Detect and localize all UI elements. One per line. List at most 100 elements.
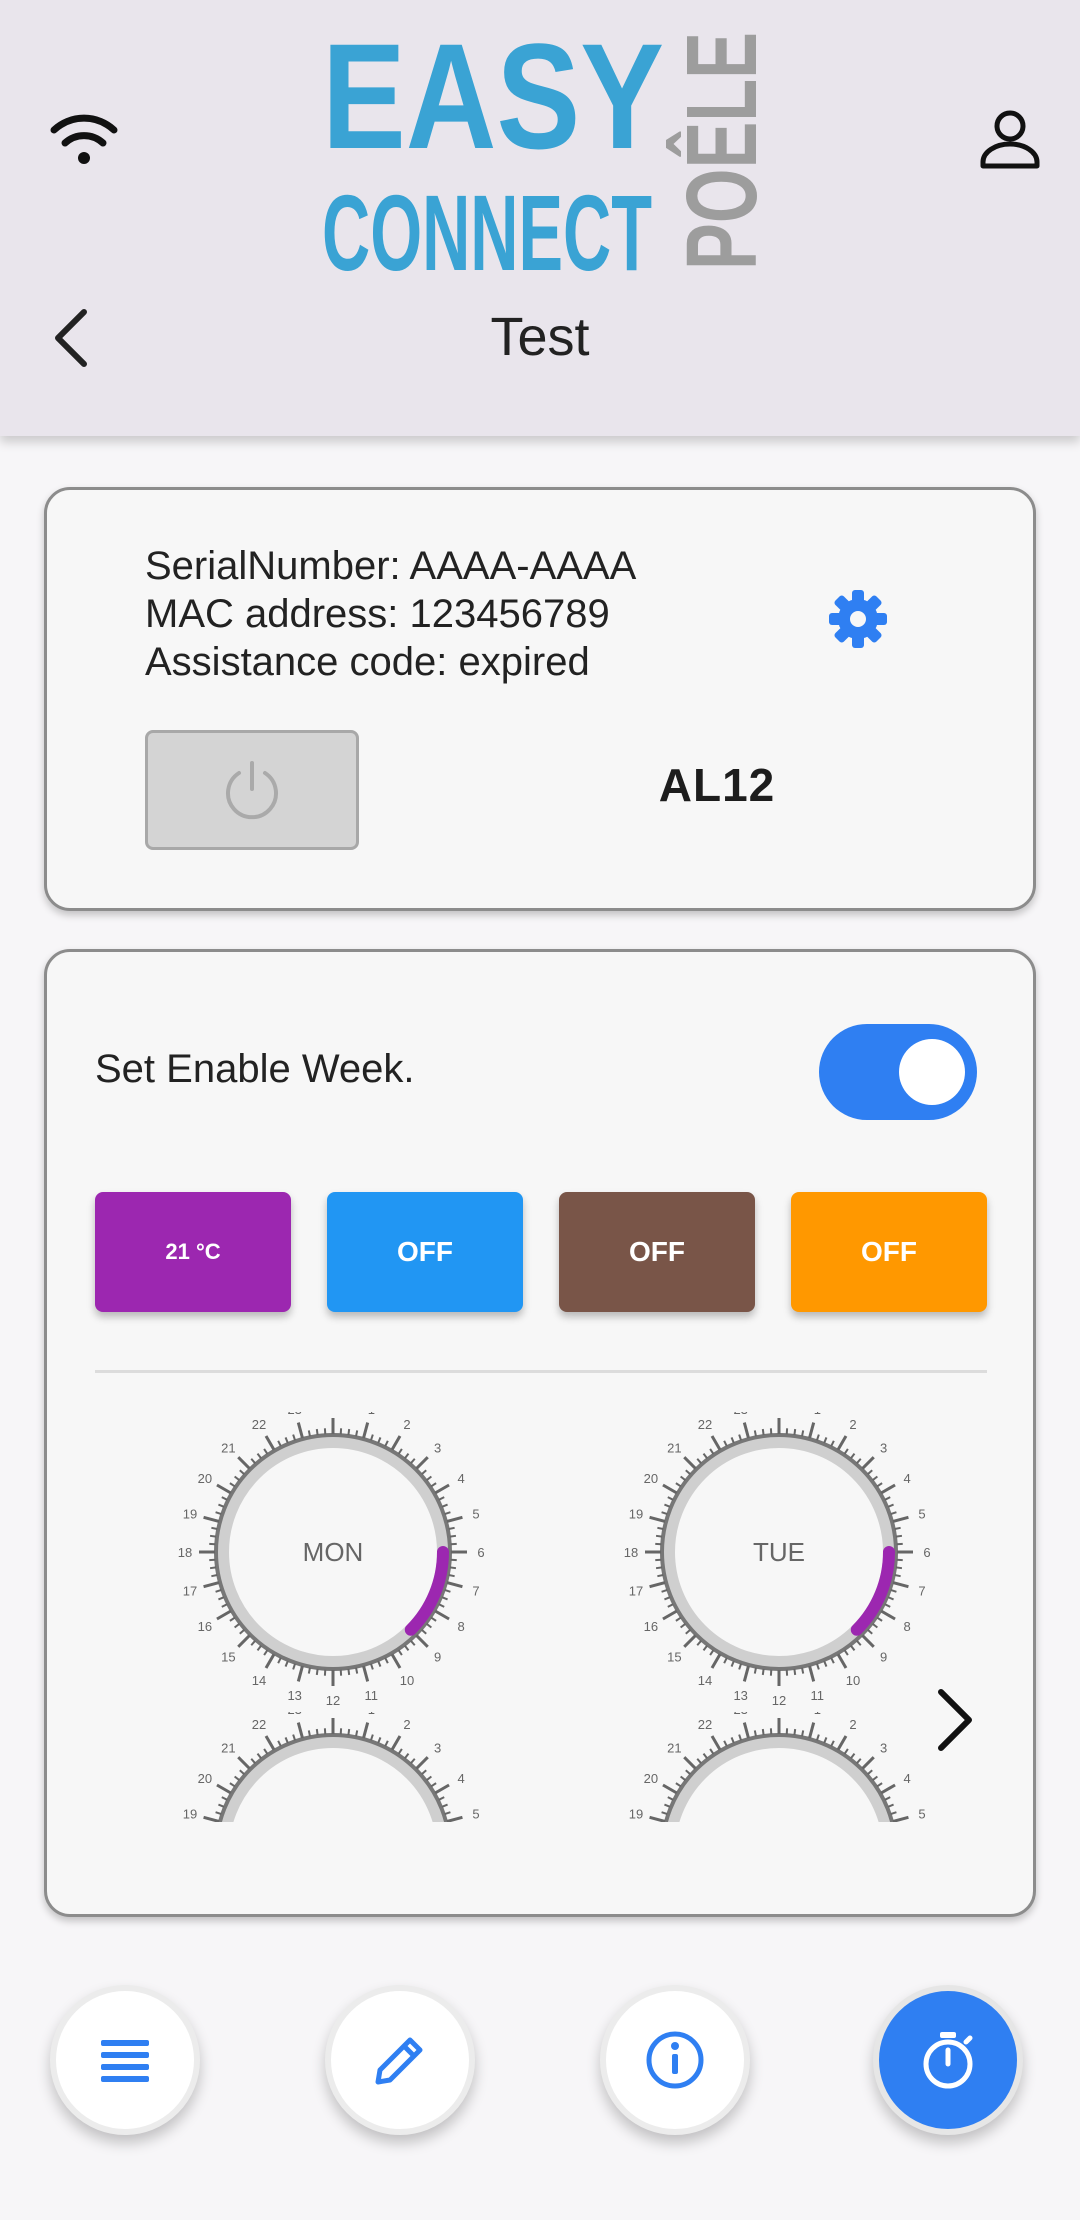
hour-label: 14 [698,1673,712,1688]
hour-label: 7 [918,1583,925,1598]
day-label: MON [303,1537,364,1567]
hour-label: 15 [221,1650,235,1665]
hour-label: 4 [904,1471,911,1486]
hour-label: 20 [644,1471,658,1486]
logo-line2: CONNECT [322,172,652,276]
hour-label: 9 [880,1650,887,1665]
assistance-code: Assistance code: expired [145,640,590,684]
hour-label: 1 [814,1412,821,1417]
temp-chip-4[interactable]: OFF [791,1192,987,1312]
hour-label: 16 [198,1619,212,1634]
hour-label: 6 [923,1545,930,1560]
hour-label: 4 [458,1471,465,1486]
temp-chip-3[interactable]: OFF [559,1192,755,1312]
chevron-right-icon[interactable] [931,1684,979,1756]
serial-number: SerialNumber: AAAA-AAAA [145,544,637,588]
hour-label: 11 [365,1688,379,1703]
hour-label: 19 [629,1507,643,1522]
logo-side: POÊLE [666,32,762,270]
hour-label: 21 [667,1740,681,1755]
hour-label: 3 [880,1740,887,1755]
hour-label: 5 [472,1507,479,1522]
pencil-icon [375,2037,423,2085]
hour-label: 21 [667,1440,681,1455]
hour-label: 2 [403,1417,410,1432]
hour-label: 3 [434,1740,441,1755]
schedule-arc [850,1546,895,1636]
hour-label: 5 [918,1807,925,1822]
hour-label: 23 [733,1412,747,1417]
nav-edit-button[interactable] [325,1985,475,2135]
hour-label: 13 [733,1688,747,1703]
hour-label: 14 [252,1673,266,1688]
dial-mon[interactable]: 123456789101112131415161718192021222324M… [173,1412,493,1732]
mac-address: MAC address: 123456789 [145,592,610,636]
week-schedule-card: Set Enable Week. 21 °C OFF OFF OFF 12345… [44,949,1036,1917]
dial-tue[interactable]: 123456789101112131415161718192021222324T… [619,1412,939,1732]
hour-label: 16 [644,1619,658,1634]
hour-label: 17 [183,1583,197,1598]
day-dials: 123456789101112131415161718192021222324M… [47,1412,1033,1822]
hour-label: 21 [221,1440,235,1455]
page-title: Test [490,307,590,367]
toggle-knob [899,1039,965,1105]
hour-label: 23 [287,1412,301,1417]
hour-label: 4 [458,1771,465,1786]
hour-label: 10 [846,1673,860,1688]
device-info-card: SerialNumber: AAAA-AAAA MAC address: 123… [44,487,1036,911]
power-icon [226,761,278,820]
hour-label: 22 [252,1417,266,1432]
day-label: TUE [753,1537,805,1567]
hour-label: 3 [434,1440,441,1455]
gear-icon[interactable] [825,586,891,652]
enable-week-label: Set Enable Week. [95,1047,415,1091]
hour-label: 1 [368,1412,375,1417]
temp-chip-1[interactable]: 21 °C [95,1192,291,1312]
device-info-text: SerialNumber: AAAA-AAAA MAC address: 123… [145,542,636,686]
hour-label: 23 [733,1712,747,1717]
dial-thu[interactable]: 123456789101112131415161718192021222324T… [619,1712,939,1822]
hour-label: 5 [918,1507,925,1522]
hour-label: 18 [624,1545,638,1560]
hour-label: 9 [434,1650,441,1665]
hour-label: 10 [400,1673,414,1688]
hour-label: 22 [698,1417,712,1432]
wifi-icon[interactable] [48,108,120,168]
schedule-arc [404,1546,449,1636]
temperature-chips: 21 °C OFF OFF OFF [95,1192,987,1312]
hour-label: 5 [472,1807,479,1822]
temp-chip-2[interactable]: OFF [327,1192,523,1312]
user-icon[interactable] [975,106,1045,176]
dial-wed[interactable]: 123456789101112131415161718192021222324W… [173,1712,493,1822]
hour-label: 8 [904,1619,911,1634]
nav-timer-button[interactable] [873,1985,1023,2135]
hour-label: 1 [814,1712,821,1717]
app-header: EASY CONNECT POÊLE Test [0,0,1080,436]
hour-label: 20 [198,1471,212,1486]
timer-icon [923,2032,973,2089]
hour-label: 2 [849,1417,856,1432]
hour-label: 11 [811,1688,825,1703]
hour-label: 4 [904,1771,911,1786]
hour-label: 6 [477,1545,484,1560]
hour-label: 3 [880,1440,887,1455]
hour-label: 12 [772,1693,786,1708]
enable-week-toggle[interactable] [819,1024,977,1120]
hour-label: 7 [472,1583,479,1598]
power-button[interactable] [145,730,359,850]
hour-label: 2 [849,1717,856,1732]
hour-label: 20 [644,1771,658,1786]
nav-info-button[interactable] [600,1985,750,2135]
logo-line1: EASY [322,30,664,180]
hour-label: 19 [183,1507,197,1522]
brand-logo: EASY CONNECT POÊLE [322,30,762,276]
hour-label: 1 [368,1712,375,1717]
hour-label: 22 [252,1717,266,1732]
hour-label: 22 [698,1717,712,1732]
hour-label: 19 [183,1807,197,1822]
hour-label: 23 [287,1712,301,1717]
hour-label: 13 [287,1688,301,1703]
hour-label: 20 [198,1771,212,1786]
hour-label: 18 [178,1545,192,1560]
nav-list-button[interactable] [50,1985,200,2135]
